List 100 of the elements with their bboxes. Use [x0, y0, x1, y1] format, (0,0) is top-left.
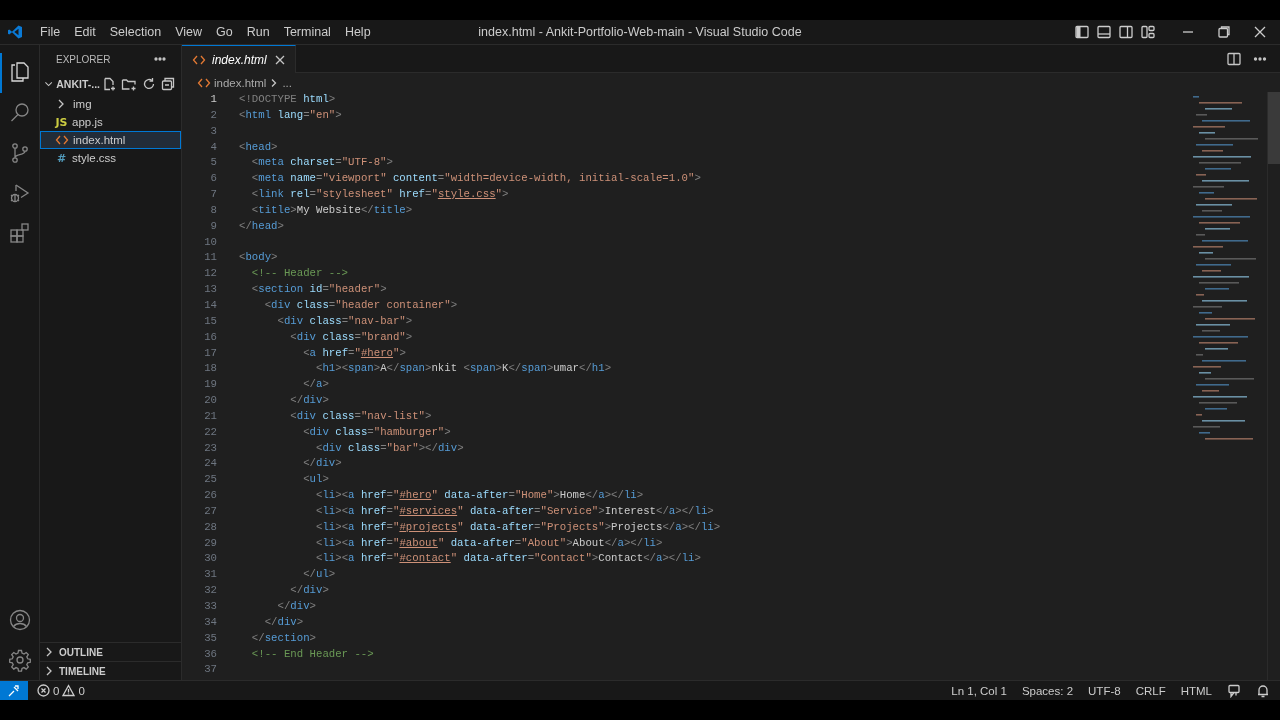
- file-tree-item[interactable]: index.html: [40, 131, 181, 149]
- html-file-icon[interactable]: [55, 133, 69, 147]
- folder-header[interactable]: ANKIT-...: [40, 73, 181, 95]
- code-line: <!-- End Header -->: [250, 647, 374, 660]
- code-line: <div class="header container">: [263, 298, 458, 311]
- line-number: 27: [203, 503, 217, 519]
- split-editor-icon[interactable]: [1226, 50, 1242, 67]
- code-line: <li><a href="#projects" data-after="Projects">Projects</a></li>: [314, 520, 721, 533]
- status-item[interactable]: Spaces: 2: [1021, 684, 1074, 697]
- remote-icon[interactable]: [7, 683, 21, 698]
- breadcrumb-item[interactable]: ...: [282, 76, 292, 89]
- remote-button[interactable]: [0, 681, 28, 700]
- window-title: index.html - Ankit-Portfolio-Web-main - Visual Studio Code: [478, 25, 802, 39]
- code-line: </head>: [239, 219, 284, 232]
- line-number: 18: [203, 361, 217, 377]
- code-line: <a href="#hero">: [302, 346, 406, 359]
- status-item[interactable]: CRLF: [1135, 684, 1166, 697]
- line-number: 4: [209, 139, 217, 155]
- editor-tab[interactable]: index.html: [182, 45, 296, 73]
- code-line: </a>: [302, 378, 329, 391]
- section-header[interactable]: OUTLINE: [40, 642, 181, 661]
- status-item[interactable]: UTF-8: [1088, 684, 1121, 697]
- code-line: <li><a href="#services" data-after="Service">Interest</a></li>: [314, 504, 714, 517]
- code-line: <div class="bar"></div>: [314, 441, 464, 454]
- close-icon[interactable]: [1252, 24, 1268, 40]
- code-line: </section>: [250, 631, 316, 644]
- line-number: 28: [203, 519, 217, 535]
- code-line: <div class="nav-list">: [289, 409, 432, 422]
- line-number: 23: [203, 440, 217, 456]
- code-line: <meta charset="UTF-8">: [250, 156, 393, 169]
- code-line: <!-- Header -->: [250, 267, 349, 280]
- code-line: <meta name="viewport" content="width=device-width, initial-scale=1.0">: [250, 172, 701, 185]
- menu-item[interactable]: Selection: [102, 23, 169, 41]
- menu-item[interactable]: View: [168, 23, 209, 41]
- warning-icon[interactable]: [62, 684, 76, 697]
- status-item[interactable]: Ln 1, Col 1: [951, 684, 1007, 697]
- panel-title: EXPLORER: [56, 53, 111, 65]
- line-number: 11: [203, 250, 217, 266]
- line-number: 9: [209, 218, 217, 234]
- line-number: 21: [203, 408, 217, 424]
- error-icon[interactable]: [37, 684, 50, 697]
- line-number: 22: [203, 424, 217, 440]
- line-number: 12: [203, 266, 217, 282]
- panel-toggle-icon[interactable]: [1096, 24, 1112, 40]
- code-line: <li><a href="#about" data-after="About">About</a></li>: [314, 536, 663, 549]
- line-number: 35: [203, 630, 217, 646]
- problems-indicator[interactable]: 0 0: [35, 684, 87, 697]
- line-number: 36: [203, 646, 217, 662]
- line-number: 24: [203, 456, 217, 472]
- restore-icon[interactable]: [1216, 24, 1232, 40]
- collapse-icon[interactable]: [161, 77, 175, 91]
- code-line: <div class="nav-bar">: [276, 314, 413, 327]
- code-line: <h1><span>A</span>nkit <span>K</span>umar</h1>: [314, 362, 612, 375]
- line-number: 30: [203, 551, 217, 567]
- split-layout-icon[interactable]: [1118, 24, 1134, 40]
- line-number: 1: [209, 92, 217, 107]
- line-number: 19: [203, 377, 217, 393]
- bell-icon[interactable]: [1256, 683, 1270, 698]
- menu-item[interactable]: Edit: [67, 23, 103, 41]
- code-line: <div class="brand">: [289, 330, 413, 343]
- code-line: <title>My Website</title>: [250, 203, 413, 216]
- sidebar-toggle-icon[interactable]: [1074, 24, 1090, 40]
- refresh-icon[interactable]: [142, 77, 156, 91]
- breadcrumb-item[interactable]: index.html: [214, 76, 267, 89]
- line-number: 26: [203, 488, 217, 504]
- menu-item[interactable]: Help: [337, 23, 378, 41]
- line-number: 37: [203, 662, 217, 678]
- code-line: </ul>: [302, 568, 336, 581]
- code-line: <body>: [239, 251, 278, 264]
- code-line: </div>: [276, 600, 316, 612]
- menu-item[interactable]: Run: [239, 23, 277, 41]
- scrollbar-thumb[interactable]: [1268, 92, 1280, 164]
- layout-icon[interactable]: [1140, 24, 1156, 40]
- line-number: 34: [203, 614, 217, 630]
- code-line: <link rel="stylesheet" href="style.css">: [250, 188, 509, 201]
- file-tree-item[interactable]: # style.css: [40, 149, 181, 167]
- line-number: 3: [209, 123, 217, 139]
- file-tree-item[interactable]: JS app.js: [40, 113, 181, 131]
- line-number: 8: [209, 202, 217, 218]
- menu-item[interactable]: File: [33, 23, 68, 41]
- file-tree-item[interactable]: img: [40, 95, 181, 113]
- line-number: 32: [203, 583, 217, 599]
- code-line: <ul>: [302, 473, 329, 486]
- line-number: 2: [209, 107, 217, 123]
- code-line: <section id="header">: [250, 283, 387, 296]
- new-folder-icon[interactable]: [121, 77, 137, 91]
- new-file-icon[interactable]: [102, 77, 116, 91]
- menu-item[interactable]: Go: [209, 23, 240, 41]
- feedback-icon[interactable]: [1227, 683, 1241, 698]
- line-number: 10: [203, 234, 217, 250]
- line-number: 20: [203, 393, 217, 409]
- line-number: 13: [203, 282, 217, 298]
- line-number: 15: [203, 313, 217, 329]
- code-line: <head>: [239, 140, 278, 153]
- status-item[interactable]: HTML: [1180, 684, 1212, 697]
- line-number: 5: [209, 155, 217, 171]
- menu-item[interactable]: Terminal: [276, 23, 338, 41]
- vscode-logo-icon[interactable]: [7, 24, 23, 40]
- code-line: </div>: [289, 394, 329, 407]
- warning-count: 0: [78, 684, 85, 697]
